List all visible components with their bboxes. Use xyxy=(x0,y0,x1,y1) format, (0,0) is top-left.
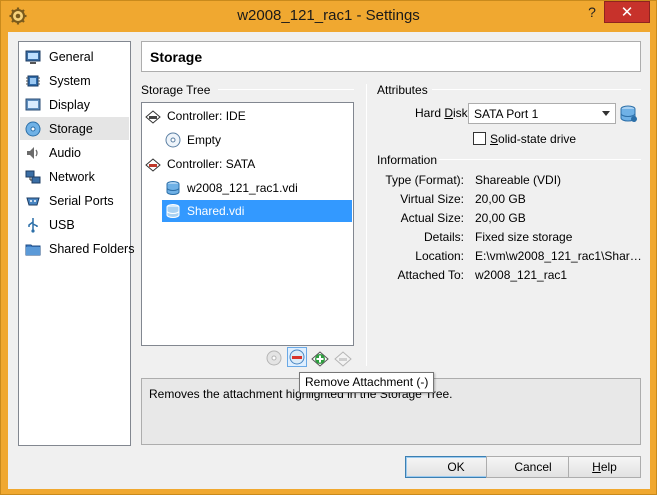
storage-tree[interactable]: Controller: IDE Empty Controller: SATA w… xyxy=(141,102,354,346)
info-details-label: Details: xyxy=(423,230,464,244)
storage-disk-icon xyxy=(25,121,41,136)
close-button[interactable]: ✕ xyxy=(604,1,650,23)
tree-item-controller-sata[interactable]: Controller: SATA xyxy=(145,153,350,175)
cd-icon xyxy=(165,132,181,148)
remove-controller-icon[interactable] xyxy=(333,348,353,368)
hard-disk-label: Hard Disk: xyxy=(415,106,472,120)
sidebar-item-label: General xyxy=(49,49,94,64)
sidebar-item-label: Serial Ports xyxy=(49,193,114,208)
info-type-label: Type (Format): xyxy=(385,173,464,187)
tooltip: Remove Attachment (-) xyxy=(299,372,435,393)
cancel-button[interactable]: Cancel xyxy=(486,456,580,478)
sidebar-item-usb[interactable]: USB xyxy=(20,213,129,236)
info-details-value: Fixed size storage xyxy=(475,230,573,244)
sidebar-item-label: System xyxy=(49,73,91,88)
tree-item-empty-cd[interactable]: Empty xyxy=(165,129,350,151)
hard-disk-select[interactable]: SATA Port 1 xyxy=(468,103,616,124)
sidebar-item-label: Storage xyxy=(49,121,93,136)
network-icon xyxy=(25,170,41,183)
sata-controller-icon xyxy=(145,158,161,172)
monitor-icon xyxy=(25,50,41,64)
info-type-value: Shareable (VDI) xyxy=(475,173,562,187)
settings-sidebar: General System Display Storage Audio Net… xyxy=(18,41,134,446)
ide-controller-icon xyxy=(145,110,161,124)
sidebar-item-shared-folders[interactable]: Shared Folders xyxy=(20,237,134,260)
help-title-button[interactable]: ? xyxy=(582,4,602,24)
ssd-checkbox[interactable] xyxy=(473,132,486,145)
sidebar-item-audio[interactable]: Audio xyxy=(20,141,129,164)
info-virtual-size-label: Virtual Size: xyxy=(400,192,464,206)
chip-icon xyxy=(26,75,40,86)
display-icon xyxy=(25,98,41,110)
tree-item-label: Controller: SATA xyxy=(167,157,256,171)
info-attached-to-value: w2008_121_rac1 xyxy=(475,268,568,282)
page-header: Storage xyxy=(141,41,641,72)
add-attachment-icon[interactable] xyxy=(264,348,284,368)
divider xyxy=(439,159,641,160)
sidebar-item-system[interactable]: System xyxy=(20,69,129,92)
sidebar-item-storage[interactable]: Storage xyxy=(20,117,129,140)
info-actual-size-label: Actual Size: xyxy=(400,211,464,225)
speaker-icon xyxy=(27,146,38,159)
sidebar-item-serial-ports[interactable]: Serial Ports xyxy=(20,189,129,212)
remove-attachment-button[interactable] xyxy=(287,347,307,367)
tree-item-label: w2008_121_rac1.vdi xyxy=(187,181,298,195)
ssd-label[interactable]: Solid-state drive xyxy=(490,132,576,146)
hard-disk-value: SATA Port 1 xyxy=(474,107,539,121)
tree-item-disk-w2008[interactable]: w2008_121_rac1.vdi xyxy=(165,177,350,199)
sidebar-item-label: Shared Folders xyxy=(49,241,135,256)
hard-disk-icon xyxy=(166,181,180,195)
tree-item-label: Empty xyxy=(187,133,222,147)
page-title: Storage xyxy=(150,49,203,65)
info-location-label: Location: xyxy=(415,249,464,263)
information-label: Information xyxy=(377,153,438,167)
dialog-body: General System Display Storage Audio Net… xyxy=(8,32,650,489)
help-button[interactable]: Help xyxy=(568,456,641,478)
attributes-label: Attributes xyxy=(377,83,428,97)
tree-item-disk-shared[interactable]: Shared.vdi xyxy=(162,200,352,222)
folder-icon xyxy=(25,244,41,255)
chevron-down-icon xyxy=(602,111,610,116)
info-virtual-size-value: 20,00 GB xyxy=(475,192,526,206)
sidebar-item-label: Audio xyxy=(49,145,81,160)
sidebar-item-label: Network xyxy=(49,169,95,184)
divider xyxy=(432,89,641,90)
title-bar[interactable]: w2008_121_rac1 - Settings ? ✕ xyxy=(1,1,656,32)
choose-disk-icon[interactable] xyxy=(619,104,639,124)
sidebar-item-label: Display xyxy=(49,97,90,112)
usb-icon xyxy=(28,217,38,233)
sidebar-item-network[interactable]: Network xyxy=(20,165,129,188)
sidebar-item-label: USB xyxy=(49,217,75,232)
tree-item-controller-ide[interactable]: Controller: IDE xyxy=(145,105,350,127)
hard-disk-icon xyxy=(166,204,180,218)
tree-item-label: Controller: IDE xyxy=(167,109,246,123)
vertical-divider xyxy=(366,84,367,366)
divider xyxy=(218,89,354,90)
tree-item-label: Shared.vdi xyxy=(187,204,245,218)
info-location-value: E:\vm\w2008_121_rac1\Shared... xyxy=(475,249,643,263)
sidebar-item-general[interactable]: General xyxy=(20,45,129,68)
remove-attachment-icon xyxy=(289,349,305,365)
add-controller-icon[interactable] xyxy=(310,348,330,368)
storage-tree-label: Storage Tree xyxy=(141,83,211,97)
window-title: w2008_121_rac1 - Settings xyxy=(237,7,420,24)
info-actual-size-value: 20,00 GB xyxy=(475,211,526,225)
settings-window: w2008_121_rac1 - Settings ? ✕ General Sy… xyxy=(0,0,657,495)
serial-port-icon xyxy=(26,197,40,205)
info-attached-to-label: Attached To: xyxy=(397,268,465,282)
sidebar-item-display[interactable]: Display xyxy=(20,93,129,116)
